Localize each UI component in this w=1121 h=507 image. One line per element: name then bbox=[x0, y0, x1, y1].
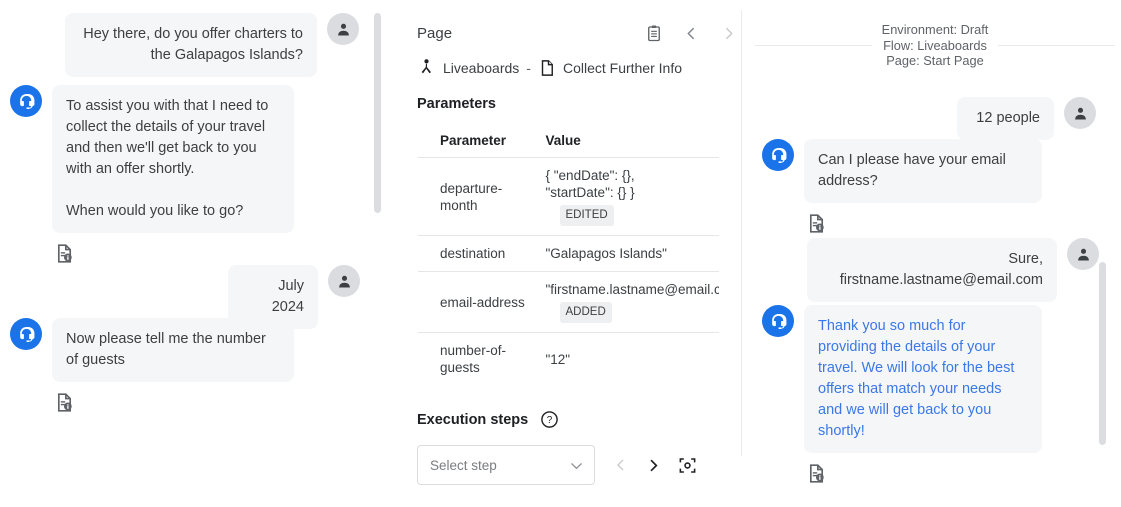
person-icon bbox=[1072, 105, 1089, 122]
document-info-icon[interactable] bbox=[806, 463, 1042, 489]
simulator-chat-panel: Environment: Draft Flow: Liveaboards Pag… bbox=[752, 0, 1121, 507]
column-header-value: Value bbox=[536, 123, 720, 158]
caret-down-icon bbox=[571, 458, 582, 473]
status-badge: ADDED bbox=[560, 302, 612, 323]
headset-icon bbox=[769, 146, 788, 165]
message-bubble: 12 people bbox=[957, 97, 1054, 140]
chat-message-user: Sure, firstname.lastname@email.com bbox=[807, 238, 1109, 302]
panel-divider bbox=[741, 10, 742, 456]
avatar-user bbox=[328, 265, 360, 297]
avatar-agent bbox=[762, 139, 794, 171]
avatar-agent bbox=[762, 305, 794, 337]
headset-icon bbox=[17, 92, 36, 111]
chat-message-user: 12 people bbox=[957, 97, 1109, 140]
column-header-parameter: Parameter bbox=[418, 123, 536, 158]
chat-message-agent: Can I please have your email address? bbox=[762, 139, 1062, 239]
param-value: "12" bbox=[536, 333, 720, 386]
message-bubble: Now please tell me the number of guests bbox=[52, 318, 294, 382]
param-value-cell: "firstname.lastname@email.com" ADDED bbox=[536, 272, 720, 333]
chat-message-agent: To assist you with that I need to collec… bbox=[10, 85, 340, 269]
execution-steps-label: Execution steps bbox=[417, 412, 528, 428]
environment-header: Environment: Draft Flow: Liveaboards Pag… bbox=[755, 22, 1115, 70]
chevron-right-icon[interactable] bbox=[720, 25, 737, 42]
message-bubble: Hey there, do you offer charters to the … bbox=[65, 13, 317, 77]
parameters-label: Parameters bbox=[417, 96, 737, 112]
avatar-agent bbox=[10, 318, 42, 350]
headset-icon bbox=[17, 325, 36, 344]
headset-icon bbox=[769, 312, 788, 331]
table-row: destination "Galapagos Islands" bbox=[418, 236, 720, 272]
page-inspector-panel: Page bbox=[417, 0, 737, 507]
param-name: departure-month bbox=[418, 158, 536, 236]
message-bubble: Can I please have your email address? bbox=[804, 139, 1042, 203]
status-badge: EDITED bbox=[560, 205, 614, 226]
table-row: departure-month { "endDate": {}, "startD… bbox=[418, 158, 720, 236]
message-bubble: To assist you with that I need to collec… bbox=[52, 85, 294, 233]
svg-text:?: ? bbox=[547, 415, 553, 426]
execution-steps-header: Execution steps ? bbox=[417, 410, 737, 429]
avatar-user bbox=[327, 13, 359, 45]
message-bubble: Sure, firstname.lastname@email.com bbox=[807, 238, 1057, 302]
focus-frame-icon[interactable] bbox=[678, 456, 697, 475]
parameters-table: Parameter Value departure-month { "endDa… bbox=[417, 122, 720, 386]
chat-message-user: Hey there, do you offer charters to the … bbox=[65, 13, 370, 77]
document-info-icon[interactable] bbox=[806, 213, 1042, 239]
chat-message-agent: Thank you so much for providing the deta… bbox=[762, 305, 1062, 489]
message-bubble: Thank you so much for providing the deta… bbox=[804, 305, 1042, 453]
param-name: email-address bbox=[418, 272, 536, 333]
environment-header-text: Environment: Draft Flow: Liveaboards Pag… bbox=[872, 22, 999, 69]
person-icon bbox=[335, 21, 352, 38]
table-header-row: Parameter Value bbox=[418, 123, 720, 158]
chat-message-agent: Now please tell me the number of guests bbox=[10, 318, 340, 418]
left-chat-panel: Hey there, do you offer charters to the … bbox=[0, 0, 390, 507]
breadcrumb-separator: - bbox=[526, 60, 531, 76]
avatar-agent bbox=[10, 85, 42, 117]
right-chat-scrollbar[interactable] bbox=[1099, 262, 1106, 445]
param-value: "firstname.lastname@email.com" bbox=[546, 281, 720, 298]
table-row: email-address "firstname.lastname@email.… bbox=[418, 272, 720, 333]
execution-step-controls: Select step bbox=[417, 445, 737, 485]
person-icon bbox=[1075, 246, 1092, 263]
person-icon bbox=[336, 273, 353, 290]
chevron-left-icon[interactable] bbox=[683, 25, 700, 42]
select-step-value: Select step bbox=[430, 458, 497, 473]
avatar-user bbox=[1064, 97, 1096, 129]
document-info-icon[interactable] bbox=[54, 392, 294, 418]
step-next-icon[interactable] bbox=[645, 457, 662, 474]
page-inspector-header: Page bbox=[417, 24, 737, 42]
avatar-user bbox=[1067, 238, 1099, 270]
help-circle-icon[interactable]: ? bbox=[540, 410, 559, 429]
param-value: "Galapagos Islands" bbox=[536, 236, 720, 272]
breadcrumb-page-label[interactable]: Collect Further Info bbox=[563, 60, 682, 76]
flow-tree-icon bbox=[417, 58, 436, 77]
table-row: number-of-guests "12" bbox=[418, 333, 720, 386]
app-root: Hey there, do you offer charters to the … bbox=[0, 0, 1121, 507]
breadcrumb-flow-label[interactable]: Liveaboards bbox=[443, 60, 519, 76]
param-value-cell: { "endDate": {}, "startDate": {} } EDITE… bbox=[536, 158, 720, 236]
clipboard-icon[interactable] bbox=[645, 24, 663, 42]
step-previous-icon[interactable] bbox=[613, 457, 629, 473]
select-step-dropdown[interactable]: Select step bbox=[417, 445, 595, 485]
param-name: destination bbox=[418, 236, 536, 272]
param-name: number-of-guests bbox=[418, 333, 536, 386]
page-document-icon bbox=[538, 59, 556, 77]
page-title: Page bbox=[417, 25, 452, 42]
param-value: { "endDate": {}, "startDate": {} } bbox=[546, 167, 720, 201]
left-chat-scrollbar[interactable] bbox=[374, 13, 381, 213]
breadcrumb: Liveaboards - Collect Further Info bbox=[417, 58, 737, 77]
